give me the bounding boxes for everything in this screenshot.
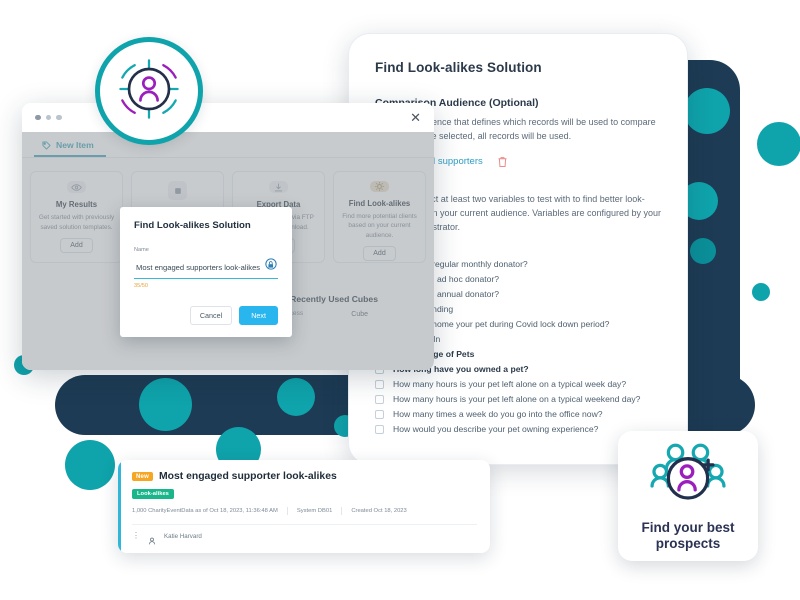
result-footer: ⋮ Katie Harvard — [132, 524, 477, 545]
decor-dot — [757, 122, 800, 166]
name-field-label: Name — [134, 247, 149, 253]
result-meta-created: Created Oct 18, 2023 — [351, 508, 407, 514]
checkbox[interactable] — [375, 409, 384, 419]
name-field-wrap — [134, 257, 278, 279]
result-owner: Katie Harvard — [164, 532, 202, 540]
character-counter: 35/50 — [134, 283, 148, 289]
checkbox[interactable] — [375, 394, 384, 404]
variable-checkbox-label: How many hours is your pet left alone on… — [393, 394, 641, 405]
prospect-label-line1: Find your best — [641, 519, 735, 535]
target-person-icon — [109, 49, 189, 134]
status-badge-new: New — [132, 472, 153, 481]
result-body: New Most engaged supporter look-alikes L… — [121, 460, 490, 553]
window-titlebar: ✕ — [22, 103, 434, 132]
decor-dot — [690, 238, 716, 264]
variable-checkbox-label: How many hours is your pet left alone on… — [393, 379, 627, 390]
poster-stage: Find Look-alikes Solution Comparison Aud… — [0, 0, 800, 600]
variable-checkbox-row[interactable]: How many hours is your pet left alone on… — [375, 377, 661, 392]
target-audience-logo-badge — [95, 37, 203, 145]
close-icon[interactable]: ✕ — [410, 111, 421, 124]
trash-icon[interactable] — [497, 155, 508, 167]
user-icon — [148, 532, 156, 545]
checkbox[interactable] — [375, 424, 384, 434]
result-meta-count: 1,000 CharityEventData as of Oct 18, 202… — [132, 508, 278, 514]
decor-dot — [684, 88, 730, 134]
result-title-row: New Most engaged supporter look-alikes — [132, 471, 477, 482]
variable-checkbox-row[interactable]: How would you describe your pet owning e… — [375, 422, 661, 437]
kebab-menu-icon[interactable]: ⋮ — [132, 531, 140, 540]
checkbox[interactable] — [375, 379, 384, 389]
meta-separator — [341, 507, 343, 515]
type-badge-lookalikes: Look-alikes — [132, 489, 174, 499]
name-input[interactable] — [134, 260, 278, 275]
result-list-item[interactable]: New Most engaged supporter look-alikes L… — [118, 460, 490, 553]
window-traffic-lights — [35, 114, 62, 121]
modal-actions: Cancel Next — [134, 306, 278, 325]
tablet-page-title: Find Look-alikes Solution — [375, 60, 542, 75]
decor-dot — [65, 440, 115, 490]
find-prospects-tile: Find your best prospects — [618, 431, 758, 561]
result-meta: 1,000 CharityEventData as of Oct 18, 202… — [132, 507, 477, 515]
group-add-person-icon — [642, 440, 734, 514]
prospect-tile-label: Find your best prospects — [641, 520, 734, 552]
find-lookalikes-modal: Find Look-alikes Solution Name 35/50 Can… — [120, 207, 292, 337]
variable-checkbox-row[interactable]: How many hours is your pet left alone on… — [375, 392, 661, 407]
cancel-button[interactable]: Cancel — [189, 306, 233, 325]
result-meta-system: System DB01 — [296, 508, 333, 514]
meta-separator — [286, 507, 288, 515]
modal-title: Find Look-alikes Solution — [134, 220, 251, 231]
result-title: Most engaged supporter look-alikes — [158, 471, 337, 482]
decor-dot — [752, 283, 770, 301]
variable-checkbox-label: How many times a week do you go into the… — [393, 409, 603, 420]
prospect-label-line2: prospects — [655, 536, 721, 551]
variable-checkbox-row[interactable]: How many times a week do you go into the… — [375, 407, 661, 422]
variable-checkbox-label: How would you describe your pet owning e… — [393, 424, 599, 435]
decor-dot — [139, 378, 192, 431]
decor-dot — [277, 378, 315, 416]
lock-icon[interactable] — [265, 257, 277, 270]
next-button[interactable]: Next — [239, 306, 278, 325]
